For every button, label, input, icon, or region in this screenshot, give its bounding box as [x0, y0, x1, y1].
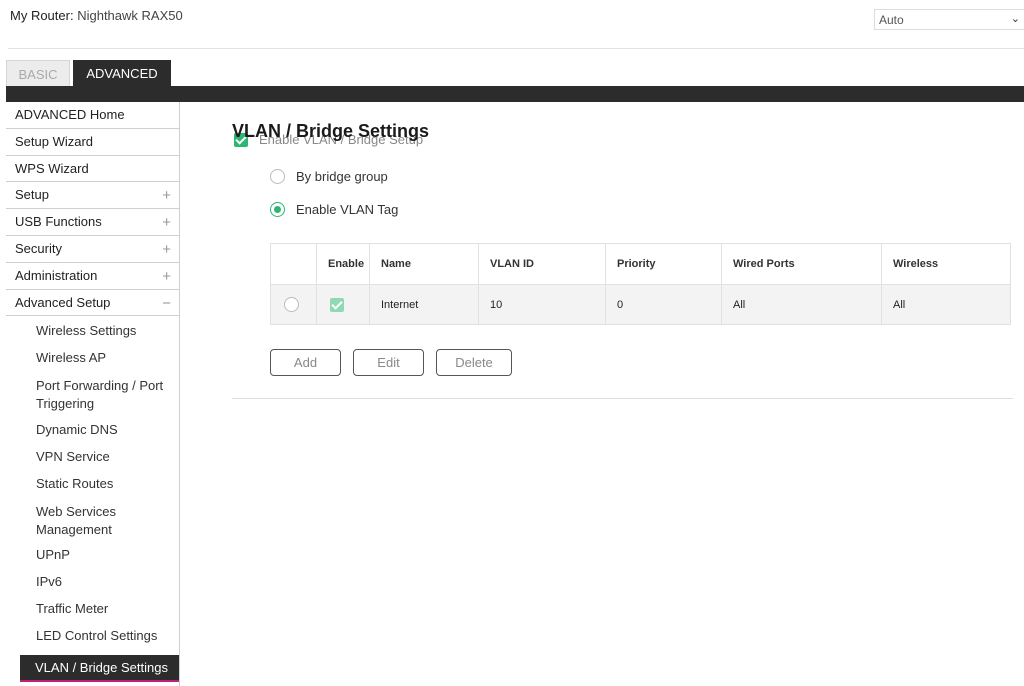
add-button[interactable]: Add — [270, 349, 341, 376]
header-divider — [8, 48, 1024, 49]
page-title: VLAN / Bridge Settings — [232, 121, 430, 141]
sidebar-item-usb-functions[interactable]: USB Functions + — [6, 209, 179, 236]
router-label: My Router: — [10, 8, 74, 23]
radio-button[interactable] — [270, 169, 285, 184]
sidebar-item-wireless-ap[interactable]: Wireless AP — [6, 350, 179, 377]
column-header-priority: Priority — [605, 243, 722, 285]
column-header-enable: Enable — [316, 243, 370, 285]
language-select-value: Auto — [879, 13, 904, 27]
expand-icon[interactable]: + — [162, 214, 171, 231]
radio-label: By bridge group — [296, 169, 388, 184]
router-identity: My Router: Nighthawk RAX50 — [10, 8, 183, 23]
router-admin-page: My Router: Nighthawk RAX50 Auto ⌄ BASIC … — [0, 0, 1024, 686]
radio-button[interactable] — [270, 202, 285, 217]
sidebar-item-advanced-home[interactable]: ADVANCED Home — [6, 102, 179, 129]
table-row[interactable]: Internet 10 0 All All — [270, 284, 1011, 325]
sidebar-item-dynamic-dns[interactable]: Dynamic DNS — [6, 422, 179, 449]
column-header-name: Name — [369, 243, 479, 285]
sidebar-item-label: ADVANCED Home — [15, 107, 125, 122]
sidebar-item-traffic-meter[interactable]: Traffic Meter — [6, 601, 179, 628]
sidebar-item-led-control-settings[interactable]: LED Control Settings — [6, 628, 179, 655]
language-select[interactable]: Auto ⌄ — [874, 9, 1024, 30]
sidebar-item-port-forwarding[interactable]: Port Forwarding / Port Triggering — [6, 377, 166, 422]
column-header-vlan-id: VLAN ID — [478, 243, 606, 285]
collapse-icon[interactable]: − — [162, 295, 171, 312]
row-priority: 0 — [605, 284, 722, 325]
row-wired-ports: All — [721, 284, 882, 325]
content-divider — [232, 398, 1013, 399]
delete-button[interactable]: Delete — [436, 349, 512, 376]
column-header-wired-ports: Wired Ports — [721, 243, 882, 285]
sidebar-item-label: Setup — [15, 187, 49, 203]
sidebar-item-web-services-management[interactable]: Web Services Management — [6, 503, 136, 547]
column-header-wireless: Wireless — [881, 243, 1011, 285]
vlan-table: Enable Name VLAN ID Priority Wired Ports… — [270, 243, 1011, 325]
column-header-select — [270, 243, 317, 285]
sidebar-item-security[interactable]: Security + — [6, 236, 179, 263]
tab-advanced[interactable]: ADVANCED — [73, 60, 171, 86]
sidebar-item-administration[interactable]: Administration + — [6, 263, 179, 290]
expand-icon[interactable]: + — [162, 241, 171, 258]
expand-icon[interactable]: + — [162, 268, 171, 285]
expand-icon[interactable]: + — [162, 187, 171, 204]
tab-bar — [6, 86, 1024, 102]
row-select-radio[interactable] — [284, 297, 299, 312]
sidebar-item-wps-wizard[interactable]: WPS Wizard — [6, 156, 179, 183]
sidebar-item-setup[interactable]: Setup + — [6, 182, 179, 210]
sidebar-item-advanced-setup[interactable]: Advanced Setup − — [6, 290, 179, 317]
table-header-row: Enable Name VLAN ID Priority Wired Ports… — [270, 243, 1011, 285]
sidebar-item-upnp[interactable]: UPnP — [6, 547, 179, 574]
row-wireless: All — [881, 284, 1011, 325]
chevron-down-icon: ⌄ — [1010, 13, 1020, 25]
row-enable-checkbox[interactable] — [330, 298, 344, 312]
row-name: Internet — [369, 284, 479, 325]
sidebar-item-label: Setup Wizard — [15, 133, 94, 149]
sidebar-item-label: WPS Wizard — [15, 160, 89, 176]
radio-label: Enable VLAN Tag — [296, 202, 399, 217]
tab-basic[interactable]: BASIC — [6, 60, 70, 86]
row-select-cell — [270, 284, 317, 325]
edit-button[interactable]: Edit — [353, 349, 424, 376]
sidebar-item-label: Security — [15, 240, 62, 256]
sidebar: ADVANCED Home Setup Wizard WPS Wizard Se… — [6, 102, 180, 686]
sidebar-item-label: Administration — [15, 267, 98, 283]
router-model: Nighthawk RAX50 — [77, 8, 183, 23]
sidebar-item-vpn-service[interactable]: VPN Service — [6, 449, 179, 476]
row-enable-cell — [316, 284, 370, 325]
sidebar-item-ipv6[interactable]: IPv6 — [6, 574, 179, 601]
sidebar-item-static-routes[interactable]: Static Routes — [6, 476, 179, 503]
sidebar-item-label: Advanced Setup — [15, 294, 111, 310]
sidebar-item-vlan-bridge-settings[interactable]: VLAN / Bridge Settings — [20, 655, 179, 683]
sidebar-item-wireless-settings[interactable]: Wireless Settings — [6, 323, 179, 350]
sidebar-item-setup-wizard[interactable]: Setup Wizard — [6, 129, 179, 156]
row-vlan-id: 10 — [478, 284, 606, 325]
sidebar-item-label: USB Functions — [15, 214, 102, 230]
